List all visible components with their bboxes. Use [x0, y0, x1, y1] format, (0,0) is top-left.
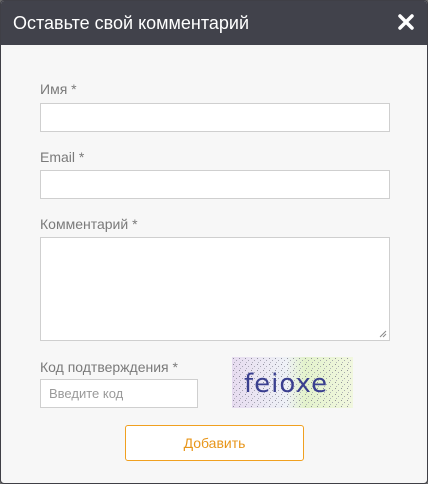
code-label: Код подтверждения * [40, 359, 178, 375]
close-button[interactable] [395, 11, 417, 33]
modal-title: Оставьте свой комментарий [13, 13, 250, 33]
comment-label: Комментарий * [40, 216, 138, 232]
resize-grip-icon[interactable] [379, 330, 387, 338]
captcha-image: feioxe [232, 357, 353, 408]
code-input[interactable]: Введите код [40, 379, 198, 408]
submit-button[interactable]: Добавить [125, 425, 304, 461]
captcha-text: feioxe [244, 369, 328, 399]
comment-modal: Оставьте свой комментарий Имя * Email * … [0, 0, 428, 484]
comment-textarea[interactable] [40, 237, 390, 341]
email-field[interactable] [40, 170, 390, 199]
name-field[interactable] [40, 103, 390, 132]
close-icon [398, 14, 414, 30]
email-label: Email * [40, 149, 85, 165]
name-label: Имя * [40, 81, 77, 97]
modal-header: Оставьте свой комментарий [1, 1, 427, 45]
